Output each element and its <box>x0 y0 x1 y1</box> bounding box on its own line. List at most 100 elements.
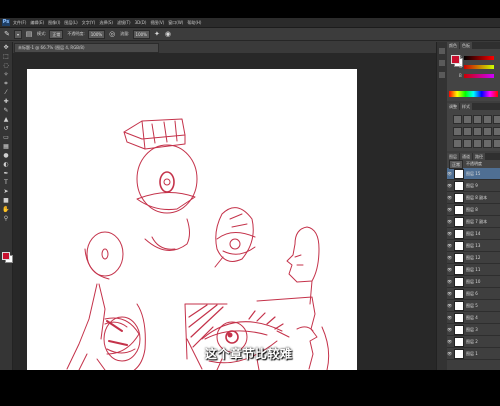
menu-type[interactable]: 文字(Y) <box>82 20 96 26</box>
layer-row[interactable]: 👁 图层 8 副本 <box>447 192 500 204</box>
visibility-eye-icon[interactable]: 👁 <box>447 327 452 332</box>
shape-tool-icon[interactable]: ■ <box>2 197 10 204</box>
brush-tool-icon[interactable]: ✎ <box>3 30 11 38</box>
menu-select[interactable]: 选择(S) <box>99 20 113 26</box>
vibrance-icon[interactable] <box>493 115 500 124</box>
zoom-tool-icon[interactable]: ⚲ <box>2 215 10 222</box>
visibility-eye-icon[interactable]: 👁 <box>447 243 452 248</box>
pressure-opacity-icon[interactable]: ◎ <box>108 30 116 38</box>
visibility-eye-icon[interactable]: 👁 <box>447 219 452 224</box>
tab-color[interactable]: 颜色 <box>447 42 459 49</box>
visibility-eye-icon[interactable]: 👁 <box>447 279 452 284</box>
layer-row[interactable]: 👁 图层 8 <box>447 204 500 216</box>
curves-icon[interactable] <box>473 115 482 124</box>
layer-row[interactable]: 👁 图层 12 <box>447 252 500 264</box>
tab-styles[interactable]: 样式 <box>460 103 472 110</box>
dodge-tool-icon[interactable]: ◐ <box>2 161 10 168</box>
visibility-eye-icon[interactable]: 👁 <box>447 171 452 176</box>
menu-window[interactable]: 窗口(W) <box>168 20 183 26</box>
exposure-icon[interactable] <box>483 115 492 124</box>
document-tab[interactable]: 未标题-1 @ 66.7% (图层 4, RGB/8) <box>14 43 159 53</box>
menu-file[interactable]: 文件(F) <box>13 20 26 26</box>
green-slider[interactable]: G <box>459 64 494 69</box>
layer-row[interactable]: 👁 图层 5 <box>447 300 500 312</box>
layer-row[interactable]: 👁 图层 1 <box>447 348 500 360</box>
opacity-input[interactable]: 100% <box>87 29 106 39</box>
visibility-eye-icon[interactable]: 👁 <box>447 183 452 188</box>
layer-row[interactable]: 👁 图层 15 <box>447 168 500 180</box>
hand-tool-icon[interactable]: ✋ <box>2 206 10 213</box>
layer-row[interactable]: 👁 图层 10 <box>447 276 500 288</box>
selective-color-icon[interactable] <box>493 139 500 148</box>
layer-row[interactable]: 👁 图层 3 <box>447 324 500 336</box>
brightness-icon[interactable] <box>453 115 462 124</box>
layer-row[interactable]: 👁 图层 4 <box>447 312 500 324</box>
menu-image[interactable]: 图像(I) <box>48 20 60 26</box>
menu-3d[interactable]: 3D(D) <box>135 20 147 25</box>
blue-slider[interactable]: B <box>459 73 494 78</box>
info-panel-icon[interactable] <box>439 72 445 78</box>
visibility-eye-icon[interactable]: 👁 <box>447 195 452 200</box>
crop-tool-icon[interactable]: ⌗ <box>2 80 10 87</box>
quick-select-tool-icon[interactable]: ✧ <box>2 71 10 78</box>
layer-row[interactable]: 👁 图层 11 <box>447 264 500 276</box>
visibility-eye-icon[interactable]: 👁 <box>447 315 452 320</box>
flow-input[interactable]: 100% <box>132 29 150 39</box>
levels-icon[interactable] <box>463 115 472 124</box>
visibility-eye-icon[interactable]: 👁 <box>447 207 452 212</box>
color-balance-icon[interactable] <box>463 127 472 136</box>
layer-row[interactable]: 👁 图层 13 <box>447 240 500 252</box>
posterize-icon[interactable] <box>463 139 472 148</box>
layer-row[interactable]: 👁 图层 9 <box>447 180 500 192</box>
path-select-tool-icon[interactable]: ➤ <box>2 188 10 195</box>
layer-row[interactable]: 👁 图层 2 <box>447 336 500 348</box>
black-white-icon[interactable] <box>473 127 482 136</box>
visibility-eye-icon[interactable]: 👁 <box>447 255 452 260</box>
eyedropper-tool-icon[interactable]: ⁄ <box>2 89 10 96</box>
lasso-tool-icon[interactable]: ◌ <box>2 62 10 69</box>
visibility-eye-icon[interactable]: 👁 <box>447 291 452 296</box>
tab-swatches[interactable]: 色板 <box>460 42 472 49</box>
tab-paths[interactable]: 路径 <box>473 153 485 160</box>
invert-icon[interactable] <box>453 139 462 148</box>
gradient-tool-icon[interactable]: ▦ <box>2 143 10 150</box>
layer-row[interactable]: 👁 图层 7 副本 <box>447 216 500 228</box>
brush-tool-icon-panel[interactable]: ✎ <box>2 107 10 114</box>
menu-help[interactable]: 帮助(H) <box>187 20 201 26</box>
gradient-map-icon[interactable] <box>483 139 492 148</box>
foreground-color-swatch[interactable] <box>2 252 10 260</box>
menu-layer[interactable]: 图层(L) <box>64 20 77 26</box>
history-brush-icon[interactable]: ↺ <box>2 125 10 132</box>
visibility-eye-icon[interactable]: 👁 <box>447 231 452 236</box>
brush-panel-icon[interactable]: ▤ <box>25 30 33 38</box>
properties-panel-icon[interactable] <box>439 60 445 66</box>
airbrush-icon[interactable]: ✦ <box>153 30 161 38</box>
mode-select[interactable]: 正常 <box>49 29 64 39</box>
move-tool-icon[interactable]: ✥ <box>2 44 10 51</box>
blur-tool-icon[interactable]: ● <box>2 152 10 159</box>
red-slider[interactable]: R <box>459 55 494 60</box>
healing-tool-icon[interactable]: ✚ <box>2 98 10 105</box>
color-spectrum[interactable] <box>449 91 498 97</box>
tab-adjustments[interactable]: 调整 <box>447 103 459 110</box>
eraser-tool-icon[interactable]: ▭ <box>2 134 10 141</box>
blend-mode-select[interactable]: 正常 <box>449 159 463 169</box>
stamp-tool-icon[interactable]: ▲ <box>2 116 10 123</box>
visibility-eye-icon[interactable]: 👁 <box>447 339 452 344</box>
menu-view[interactable]: 视图(V) <box>150 20 164 26</box>
pressure-size-icon[interactable]: ◉ <box>164 30 172 38</box>
visibility-eye-icon[interactable]: 👁 <box>447 303 452 308</box>
layer-row[interactable]: 👁 图层 6 <box>447 288 500 300</box>
visibility-eye-icon[interactable]: 👁 <box>447 267 452 272</box>
photo-filter-icon[interactable] <box>483 127 492 136</box>
type-tool-icon[interactable]: T <box>2 179 10 186</box>
hue-sat-icon[interactable] <box>453 127 462 136</box>
menu-edit[interactable]: 编辑(E) <box>30 20 44 26</box>
layer-row[interactable]: 👁 图层 14 <box>447 228 500 240</box>
marquee-tool-icon[interactable]: ⬚ <box>2 53 10 60</box>
menu-filter[interactable]: 滤镜(T) <box>117 20 131 26</box>
brush-size-picker[interactable]: ▾ <box>14 29 23 39</box>
history-panel-icon[interactable] <box>439 48 445 54</box>
visibility-eye-icon[interactable]: 👁 <box>447 351 452 356</box>
threshold-icon[interactable] <box>473 139 482 148</box>
